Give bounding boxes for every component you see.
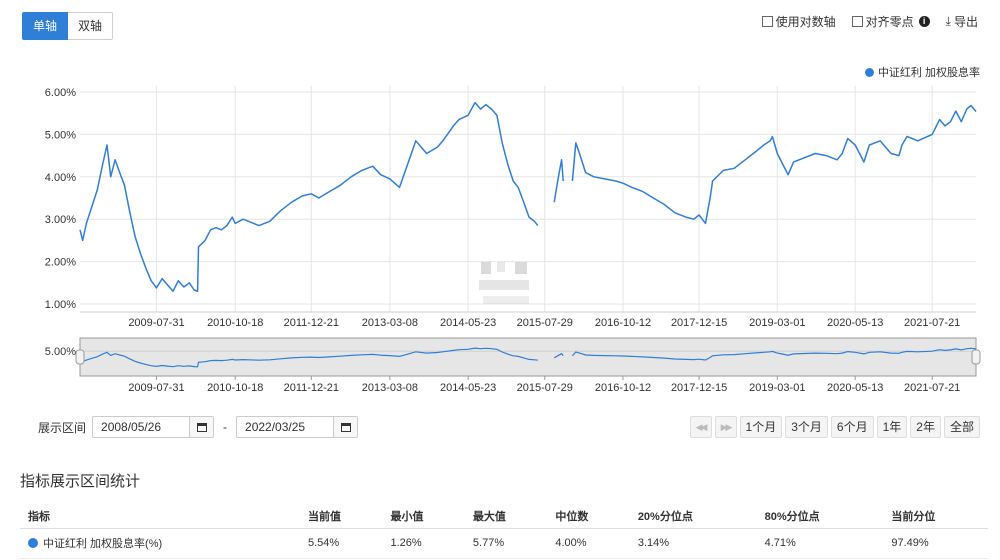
col-header: 80%分位点 [756,504,884,529]
series-line [553,159,564,203]
x-tick-label: 2015-07-29 [517,317,573,329]
next-period-icon[interactable]: ▶▶ [714,416,737,438]
indicator-name-cell: 中证红利 加权股息率(%) [20,528,300,559]
col-header: 当前分位 [883,504,988,529]
navigator-window [79,337,977,377]
y-tick-label: 6.00% [45,87,76,99]
x-tick-label: 2020-05-13 [827,317,883,329]
col-header: 中位数 [547,504,630,529]
watermark [475,258,535,306]
line-chart: 2009-07-31 2010-10-18 2011-12-21 2013-03-08… [45,86,981,394]
stats-title: 指标展示区间统计 [20,473,141,490]
navigator-handle [75,349,85,365]
col-header: 最小值 [382,504,465,529]
period-all-button[interactable]: 全部 [943,416,980,438]
x-tick-label: 2017-12-15 [671,317,727,329]
navigator-handle [971,349,981,365]
period-2y-button[interactable]: 2年 [910,416,941,438]
y-tick-label: 2.00% [45,257,76,269]
range-separator: - [223,420,228,434]
end-date-picker[interactable]: 2022/03/25 [236,416,359,438]
navigator-x-label: 2016-10-12 [595,382,651,394]
navigator-x-label: 2019-03-01 [749,382,805,394]
start-date-picker[interactable]: 2008/05/26 [92,416,215,438]
stats-header-row: 指标 当前值 最小值 最大值 中位数 20%分位点 80%分位点 当前分位 [20,504,988,529]
period-1m-button[interactable]: 1个月 [739,416,783,438]
navigator-x-label: 2013-03-08 [362,382,418,394]
col-header: 指标 [20,504,300,529]
navigator-x-label: 2020-05-13 [827,382,883,394]
col-header: 当前值 [300,504,383,529]
prev-period-icon[interactable]: ◀◀ [689,416,712,438]
x-tick-label: 2011-12-21 [284,317,339,329]
end-date-input[interactable]: 2022/03/25 [237,417,333,437]
col-header: 最大值 [464,504,548,529]
navigator-x-label: 2011-12-21 [284,382,339,394]
series-line [571,104,977,225]
y-tick-label: 5.00% [45,129,76,141]
series-dot-icon [28,538,38,548]
navigator-x-label: 2015-07-29 [517,382,573,394]
max-value-cell: 5.77% [464,528,548,559]
range-label: 展示区间 [38,420,87,435]
table-row: 中证红利 加权股息率(%) 5.54% 1.26% 5.77% 4.00% 3.… [20,528,988,559]
x-tick-label: 2014-05-23 [440,317,496,329]
x-tick-label: 2019-03-01 [749,317,805,329]
start-date-input[interactable]: 2008/05/26 [93,417,189,437]
period-1y-button[interactable]: 1年 [876,416,908,438]
x-tick-label: 2021-07-21 [904,317,960,329]
x-tick-label: 2009-07-31 [128,317,184,329]
period-buttons: ◀◀ ▶▶ 1个月 3个月 6个月 1年 2年 全部 [689,416,980,438]
current-value-cell: 5.54% [300,528,383,559]
navigator-x-label: 2017-12-15 [671,382,727,394]
navigator-y-label: 5.00% [45,346,76,358]
series-line [79,101,539,293]
y-tick-label: 4.00% [45,172,76,184]
x-tick-label: 2013-03-08 [362,317,418,329]
period-6m-button[interactable]: 6个月 [830,416,874,438]
col-header: 20%分位点 [629,504,757,529]
date-range-selector: 展示区间 2008/05/26 - 2022/03/25 [38,416,359,438]
min-value-cell: 1.26% [382,528,465,559]
x-tick-label: 2016-10-12 [595,317,651,329]
navigator-x-label: 2009-07-31 [128,382,184,394]
y-tick-label: 3.00% [45,214,76,226]
stats-table: 指标 当前值 最小值 最大值 中位数 20%分位点 80%分位点 当前分位 中证… [20,504,988,559]
indicator-name: 中证红利 加权股息率(%) [43,538,163,550]
navigator-x-label: 2014-05-23 [440,382,496,394]
current-percentile-cell: 97.49% [883,528,988,559]
x-tick-label: 2010-10-18 [207,317,263,329]
period-3m-button[interactable]: 3个月 [785,416,828,438]
p80-cell: 4.71% [756,528,884,559]
median-cell: 4.00% [547,528,630,559]
calendar-icon[interactable] [189,417,214,437]
p20-cell: 3.14% [629,528,757,559]
navigator-x-label: 2010-10-18 [207,382,263,394]
navigator-x-label: 2021-07-21 [904,382,960,394]
y-tick-label: 1.00% [45,299,76,311]
calendar-icon[interactable] [333,417,358,437]
